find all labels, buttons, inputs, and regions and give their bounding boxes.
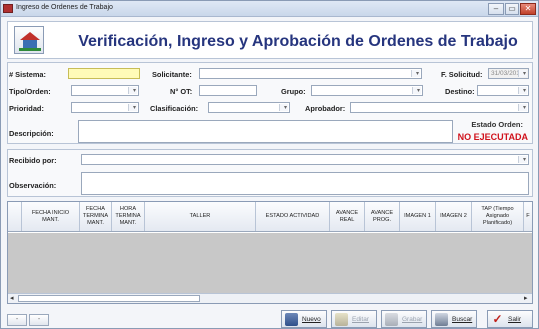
col-avance-prog[interactable]: AVANCE PROG.	[365, 202, 400, 231]
maximize-button[interactable]: ▭	[505, 3, 519, 15]
not-label: N° OT:	[170, 87, 193, 96]
clasificacion-label: Clasificación:	[150, 104, 199, 113]
col-fecha-inicio[interactable]: FECHA INICIO MANT.	[22, 202, 80, 231]
grabar-button[interactable]: Grabar	[381, 310, 427, 328]
observacion-label: Observación:	[9, 181, 57, 190]
estado-orden-status: NO EJECUTADA	[457, 132, 528, 142]
buscar-button-label: Buscar	[452, 315, 473, 323]
salir-button-label: Salir	[508, 315, 522, 323]
chevron-down-icon: ▾	[522, 157, 526, 163]
col-fecha-termina[interactable]: FECHA TERMINA MANT.	[80, 202, 112, 231]
editar-button[interactable]: Editar	[331, 310, 377, 328]
horizontal-scrollbar[interactable]: ◂ ▸	[8, 293, 532, 303]
chevron-down-icon: ▾	[416, 88, 420, 94]
not-input[interactable]	[199, 85, 257, 96]
search-icon	[435, 312, 448, 326]
col-avance-real[interactable]: AVANCE REAL	[330, 202, 365, 231]
fecha-solicitud-picker[interactable]: 31/03/2017 ▾	[488, 68, 529, 79]
col-taller[interactable]: TALLER	[145, 202, 256, 231]
solicitante-label: Solicitante:	[152, 70, 192, 79]
col-imagen-1[interactable]: IMAGEN 1	[400, 202, 436, 231]
estado-orden-label: Estado Orden:	[471, 120, 523, 129]
col-imagen-2[interactable]: IMAGEN 2	[436, 202, 472, 231]
exit-check-icon: ✓	[492, 311, 503, 326]
descripcion-label: Descripción:	[9, 129, 54, 138]
row-selector-header	[8, 202, 22, 231]
edit-pencil-icon	[335, 312, 348, 326]
chevron-down-icon: ▾	[415, 71, 419, 77]
descripcion-textarea[interactable]	[78, 120, 453, 143]
chevron-down-icon: ▾	[522, 105, 526, 111]
next-record-button[interactable]: -	[29, 314, 49, 326]
chevron-down-icon: ▾	[132, 88, 136, 94]
minimize-button[interactable]: –	[488, 3, 504, 15]
clasificacion-select[interactable]: ▾	[208, 102, 290, 113]
col-hora-termina[interactable]: HORA TERMINA MANT.	[112, 202, 145, 231]
observacion-textarea[interactable]	[81, 172, 529, 195]
save-disk-icon	[385, 312, 398, 326]
grupo-select[interactable]: ▾	[311, 85, 423, 96]
nuevo-button-label: Nuevo	[302, 315, 321, 323]
activities-grid: FECHA INICIO MANT. FECHA TERMINA MANT. H…	[7, 201, 533, 304]
aprobador-label: Aprobador:	[305, 104, 346, 113]
col-tap[interactable]: TAP (Tiempo Asignado Planificado)	[472, 202, 524, 231]
grabar-button-label: Grabar	[402, 315, 423, 323]
editar-button-label: Editar	[352, 315, 369, 323]
new-document-icon	[285, 312, 298, 326]
scroll-right-icon[interactable]: ▸	[524, 294, 528, 302]
chevron-down-icon: ▾	[522, 88, 526, 94]
main-window: Ingreso de Ordenes de Trabajo – ▭ ✕ Veri…	[0, 0, 539, 329]
header-banner: Verificación, Ingreso y Aprobación de Or…	[7, 21, 533, 59]
grid-header: FECHA INICIO MANT. FECHA TERMINA MANT. H…	[8, 202, 532, 232]
chevron-down-icon: ▾	[283, 105, 287, 111]
destino-select[interactable]: ▾	[477, 85, 529, 96]
scroll-left-icon[interactable]: ◂	[10, 294, 14, 302]
company-logo-icon	[14, 26, 44, 54]
reception-panel: Recibido por: ▾ Observación:	[7, 149, 533, 197]
chevron-down-icon: ▾	[132, 105, 136, 111]
close-button[interactable]: ✕	[520, 3, 536, 15]
grupo-label: Grupo:	[281, 87, 306, 96]
salir-button[interactable]: ✓ Salir	[487, 310, 533, 328]
nuevo-button[interactable]: Nuevo	[281, 310, 327, 328]
grid-body	[8, 233, 532, 293]
solicitante-select[interactable]: ▾	[199, 68, 422, 79]
col-f[interactable]: F	[524, 202, 532, 231]
tipo-orden-label: Tipo/Orden:	[9, 87, 51, 96]
chevron-down-icon: ▾	[522, 71, 526, 77]
recibido-select[interactable]: ▾	[81, 154, 529, 165]
prioridad-label: Prioridad:	[9, 104, 44, 113]
page-title: Verificación, Ingreso y Aprobación de Or…	[78, 33, 518, 50]
tipo-orden-select[interactable]: ▾	[71, 85, 139, 96]
sistema-label: # Sistema:	[9, 70, 46, 79]
window-title: Ingreso de Ordenes de Trabajo	[16, 4, 113, 11]
order-form-panel: # Sistema: Solicitante: ▾ F. Solicitud: …	[7, 62, 533, 144]
fecha-solicitud-value: 31/03/2017	[491, 70, 524, 77]
buscar-button[interactable]: Buscar	[431, 310, 477, 328]
recibido-label: Recibido por:	[9, 156, 57, 165]
fecha-solicitud-label: F. Solicitud:	[441, 70, 483, 79]
destino-label: Destino:	[445, 87, 475, 96]
prioridad-select[interactable]: ▾	[71, 102, 139, 113]
sistema-input[interactable]	[68, 68, 140, 79]
col-estado-actividad[interactable]: ESTADO ACTIVIDAD	[256, 202, 330, 231]
app-icon	[3, 4, 13, 13]
title-bar: Ingreso de Ordenes de Trabajo – ▭ ✕	[1, 1, 538, 17]
aprobador-select[interactable]: ▾	[350, 102, 529, 113]
prev-record-button[interactable]: -	[7, 314, 27, 326]
scrollbar-thumb[interactable]	[18, 295, 200, 302]
